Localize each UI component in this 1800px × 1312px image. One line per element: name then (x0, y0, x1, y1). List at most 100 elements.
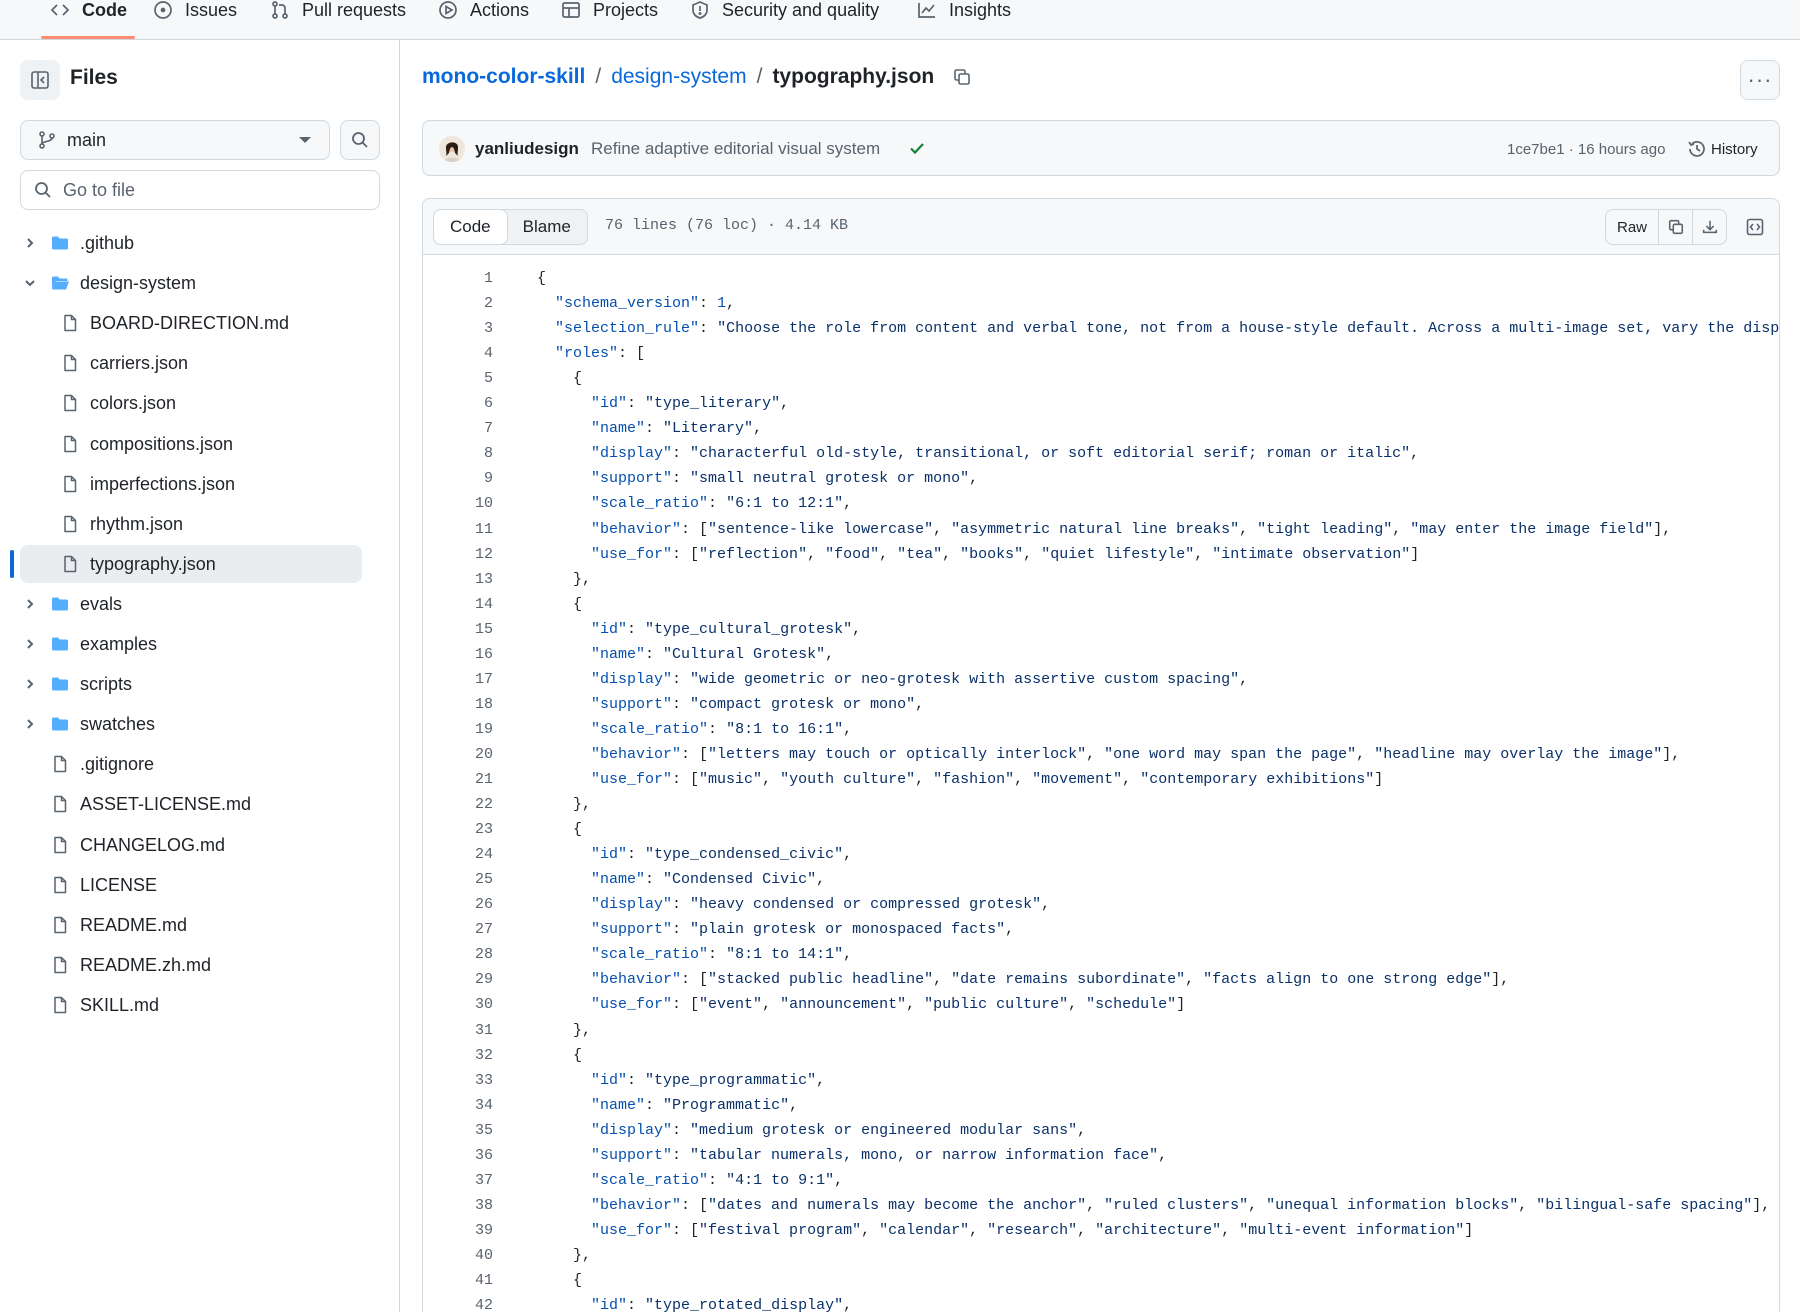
line-number[interactable]: 32 (423, 1043, 493, 1068)
tree-file[interactable]: ASSET-LICENSE.md (20, 785, 362, 823)
tab-insights[interactable]: Insights (917, 0, 1011, 38)
branch-selector[interactable]: main (20, 120, 330, 160)
tree-folder[interactable]: swatches (20, 705, 362, 743)
line-number[interactable]: 2 (423, 291, 493, 316)
line-number[interactable]: 29 (423, 967, 493, 992)
tab-code-view[interactable]: Code (433, 209, 508, 245)
tree-folder[interactable]: design-system (20, 264, 362, 302)
chevron-down-icon[interactable] (23, 276, 37, 290)
tree-file[interactable]: LICENSE (20, 866, 362, 904)
history-button[interactable]: History (1687, 135, 1758, 163)
chevron-right-icon[interactable] (23, 717, 37, 731)
tree-file[interactable]: imperfections.json (20, 465, 362, 503)
tree-file[interactable]: BOARD-DIRECTION.md (20, 304, 362, 342)
tree-folder[interactable]: evals (20, 585, 362, 623)
code-line: 28 "scale_ratio": "8:1 to 14:1", (423, 942, 1779, 967)
tab-actions[interactable]: Actions (438, 0, 529, 38)
line-number[interactable]: 3 (423, 316, 493, 341)
tree-folder[interactable]: .github (20, 224, 362, 262)
line-number[interactable]: 16 (423, 642, 493, 667)
chevron-right-icon[interactable] (23, 677, 37, 691)
check-icon[interactable] (907, 138, 927, 163)
chevron-right-icon[interactable] (23, 637, 37, 651)
tab-issues[interactable]: Issues (153, 0, 237, 38)
line-number[interactable]: 17 (423, 667, 493, 692)
line-number[interactable]: 35 (423, 1118, 493, 1143)
tab-security[interactable]: Security and quality (690, 0, 879, 38)
tree-file[interactable]: compositions.json (20, 425, 362, 463)
line-number[interactable]: 21 (423, 767, 493, 792)
raw-button[interactable]: Raw (1606, 210, 1658, 244)
line-number[interactable]: 10 (423, 491, 493, 516)
line-number[interactable]: 4 (423, 341, 493, 366)
more-options-button[interactable]: ··· (1740, 60, 1780, 100)
go-to-file-field[interactable] (20, 170, 380, 210)
commit-sha-time[interactable]: 1ce7be1 · 16 hours ago (1507, 141, 1665, 158)
line-number[interactable]: 12 (423, 542, 493, 567)
download-button[interactable] (1692, 210, 1726, 244)
tree-file[interactable]: CHANGELOG.md (20, 826, 362, 864)
copy-path-button[interactable] (952, 67, 972, 87)
line-number[interactable]: 7 (423, 416, 493, 441)
tree-item-label: .github (80, 233, 135, 253)
symbols-panel-button[interactable] (1741, 213, 1769, 241)
chevron-right-icon[interactable] (23, 597, 37, 611)
copy-raw-button[interactable] (1658, 210, 1692, 244)
breadcrumb-dir-link[interactable]: design-system (611, 65, 746, 89)
avatar[interactable] (439, 136, 465, 162)
line-number[interactable]: 33 (423, 1068, 493, 1093)
line-number[interactable]: 31 (423, 1018, 493, 1043)
breadcrumb-repo-link[interactable]: mono-color-skill (422, 65, 585, 89)
collapse-sidebar-button[interactable] (20, 60, 60, 100)
tree-file[interactable]: carriers.json (20, 344, 362, 382)
selected-indicator (10, 549, 14, 578)
tree-file[interactable]: .gitignore (20, 745, 362, 783)
line-number[interactable]: 38 (423, 1193, 493, 1218)
line-number[interactable]: 6 (423, 391, 493, 416)
tab-pull-requests[interactable]: Pull requests (270, 0, 406, 38)
chevron-right-icon[interactable] (23, 236, 37, 250)
line-number[interactable]: 19 (423, 717, 493, 742)
tree-folder[interactable]: examples (20, 625, 362, 663)
line-number[interactable]: 40 (423, 1243, 493, 1268)
line-number[interactable]: 39 (423, 1218, 493, 1243)
tree-file[interactable]: SKILL.md (20, 986, 362, 1024)
tab-blame-view[interactable]: Blame (507, 210, 587, 244)
line-number[interactable]: 13 (423, 567, 493, 592)
line-number[interactable]: 15 (423, 617, 493, 642)
commit-author[interactable]: yanliudesign (475, 139, 579, 159)
line-number[interactable]: 22 (423, 792, 493, 817)
line-number[interactable]: 11 (423, 517, 493, 542)
line-number[interactable]: 36 (423, 1143, 493, 1168)
line-number[interactable]: 5 (423, 366, 493, 391)
line-number[interactable]: 24 (423, 842, 493, 867)
tree-file[interactable]: rhythm.json (20, 505, 362, 543)
tree-file[interactable]: README.zh.md (20, 946, 362, 984)
line-number[interactable]: 27 (423, 917, 493, 942)
line-number[interactable]: 1 (423, 266, 493, 291)
tab-projects[interactable]: Projects (561, 0, 658, 38)
line-number[interactable]: 26 (423, 892, 493, 917)
line-number[interactable]: 8 (423, 441, 493, 466)
tree-file[interactable]: README.md (20, 906, 362, 944)
line-number[interactable]: 37 (423, 1168, 493, 1193)
line-number[interactable]: 25 (423, 867, 493, 892)
line-number[interactable]: 41 (423, 1268, 493, 1293)
search-files-button[interactable] (340, 120, 380, 160)
line-number[interactable]: 9 (423, 466, 493, 491)
line-number[interactable]: 30 (423, 992, 493, 1017)
commit-message[interactable]: Refine adaptive editorial visual system (591, 139, 880, 159)
tree-folder[interactable]: scripts (20, 665, 362, 703)
line-number[interactable]: 28 (423, 942, 493, 967)
tree-file[interactable]: colors.json (20, 384, 362, 422)
line-number[interactable]: 34 (423, 1093, 493, 1118)
line-number[interactable]: 42 (423, 1293, 493, 1312)
tree-file[interactable]: typography.json (20, 544, 362, 583)
line-number[interactable]: 14 (423, 592, 493, 617)
tab-code[interactable]: Code (50, 0, 127, 38)
line-number[interactable]: 23 (423, 817, 493, 842)
line-code: { (537, 1046, 583, 1064)
go-to-file-input[interactable] (63, 179, 363, 201)
line-number[interactable]: 18 (423, 692, 493, 717)
line-number[interactable]: 20 (423, 742, 493, 767)
